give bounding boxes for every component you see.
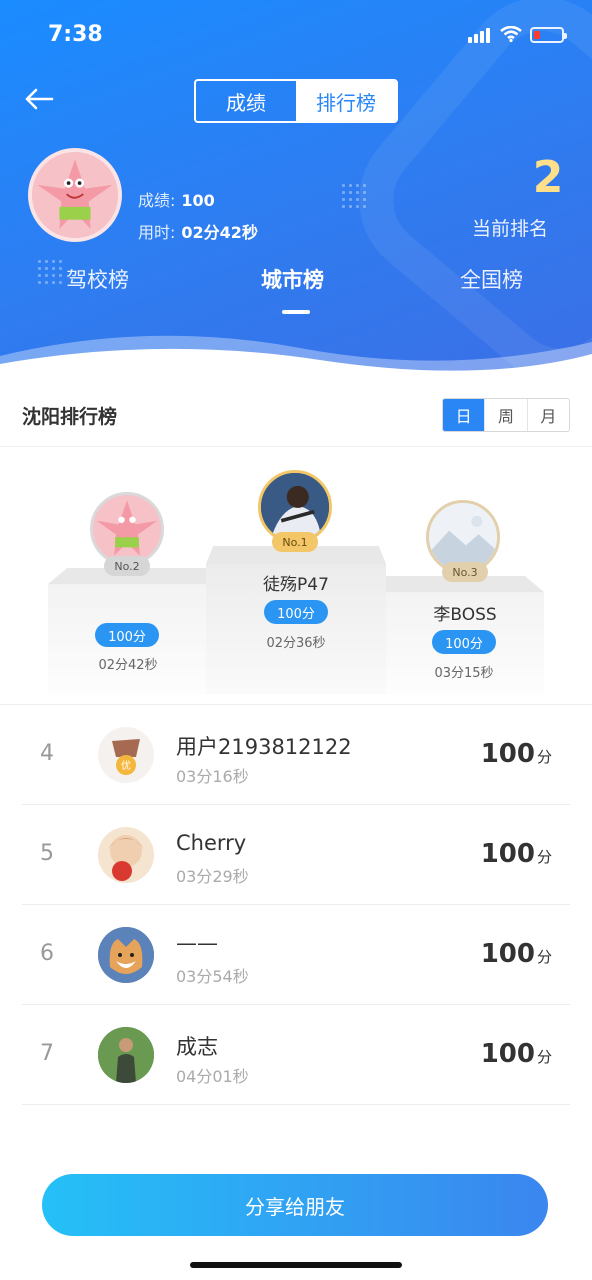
my-score-value: 100: [181, 191, 215, 210]
list-score-unit: 分: [536, 748, 552, 766]
list-score-unit: 分: [536, 948, 552, 966]
segment-leaderboard[interactable]: 排行榜: [296, 81, 396, 121]
svg-text:优: 优: [121, 759, 131, 772]
list-item[interactable]: 7 成志 04分01秒 100 分: [22, 1005, 570, 1105]
list-item[interactable]: 6 —— 03分54秒 100 分: [22, 905, 570, 1005]
tab-national[interactable]: 全国榜: [460, 264, 523, 294]
wifi-icon: [500, 26, 522, 42]
list-score: 100 分: [481, 1039, 552, 1069]
period-month[interactable]: 月: [526, 399, 569, 431]
home-indicator: [190, 1262, 402, 1268]
podium-third-score: 100分: [432, 630, 496, 654]
my-score-label: 成绩:: [138, 191, 176, 210]
share-button[interactable]: 分享给朋友: [42, 1174, 548, 1236]
list-score-value: 100: [480, 1039, 535, 1069]
list-rank: 5: [40, 841, 54, 866]
my-time-line: 用时: 02分42秒: [138, 219, 258, 243]
list-item[interactable]: 5 Cherry 03分29秒 100 分: [22, 805, 570, 905]
list-avatar: [98, 927, 154, 983]
tab-driving-school[interactable]: 驾校榜: [66, 264, 129, 294]
header: 7:38 成绩 排行榜 成绩: 100 用时: 02分42秒 2 当前排名 驾校…: [0, 0, 592, 372]
dot-pattern-decoration: [36, 258, 62, 284]
status-bar: 7:38: [0, 0, 592, 70]
tab-indicator: [282, 310, 310, 314]
list-time: 03分16秒: [176, 767, 249, 786]
my-avatar: [28, 148, 122, 242]
period-day[interactable]: 日: [443, 399, 485, 431]
list-avatar: [98, 827, 154, 883]
my-score-line: 成绩: 100: [138, 187, 215, 211]
section-title: 沈阳排行榜: [22, 406, 118, 428]
tab-city[interactable]: 城市榜: [261, 264, 324, 294]
list-item[interactable]: 4 优 用户2193812122 03分16秒 100 分: [22, 705, 570, 805]
list-avatar: 优: [98, 727, 154, 783]
list-rank: 7: [40, 1041, 54, 1066]
list-rank: 4: [40, 741, 54, 766]
list-name: Cherry: [176, 831, 247, 855]
podium-first-score: 100分: [264, 600, 328, 624]
segment-control: 成绩 排行榜: [194, 79, 398, 123]
signal-icon: [468, 28, 490, 43]
list-score-value: 100: [480, 739, 535, 769]
podium-second-badge: No.2: [104, 556, 150, 576]
list-name: 用户2193812122: [176, 735, 352, 759]
list-name: 成志: [176, 1035, 218, 1059]
list-name: ——: [176, 931, 218, 955]
dot-pattern-decoration: [340, 182, 366, 208]
period-selector: 日 周 月: [442, 398, 570, 432]
period-week[interactable]: 周: [484, 399, 526, 431]
list-rank: 6: [40, 941, 54, 966]
podium-second-avatar[interactable]: [90, 492, 164, 566]
podium-third-time: 03分15秒: [434, 666, 494, 681]
list-score-unit: 分: [536, 848, 552, 866]
podium-first-name: 徒殇P47: [263, 575, 329, 595]
status-time: 7:38: [48, 22, 103, 47]
list-time: 03分29秒: [176, 867, 249, 886]
podium: No.2 100分 02分42秒 No.1 徒殇P47 100分 02分36秒 …: [0, 446, 592, 704]
list-time: 04分01秒: [176, 1067, 249, 1086]
list-score-value: 100: [480, 939, 535, 969]
list-score: 100 分: [481, 739, 552, 769]
battery-icon: [530, 27, 567, 43]
podium-third-name: 李BOSS: [433, 605, 497, 625]
header-wave: [0, 335, 592, 372]
podium-third-badge: No.3: [442, 562, 488, 582]
segment-score[interactable]: 成绩: [196, 81, 296, 121]
my-time-value: 02分42秒: [181, 223, 258, 242]
list-time: 03分54秒: [176, 967, 249, 986]
list-avatar: [98, 1027, 154, 1083]
podium-second-time: 02分42秒: [98, 658, 158, 673]
back-arrow-icon[interactable]: [22, 82, 56, 116]
podium-second-score: 100分: [95, 623, 159, 647]
podium-first-badge: No.1: [272, 532, 318, 552]
current-rank-label: 当前排名: [472, 218, 549, 240]
podium-first-time: 02分36秒: [266, 636, 326, 651]
list-score: 100 分: [481, 839, 552, 869]
list-score-value: 100: [480, 839, 535, 869]
current-rank-number: 2: [532, 152, 564, 203]
list-score: 100 分: [481, 939, 552, 969]
my-time-label: 用时:: [138, 223, 176, 242]
list-score-unit: 分: [536, 1048, 552, 1066]
